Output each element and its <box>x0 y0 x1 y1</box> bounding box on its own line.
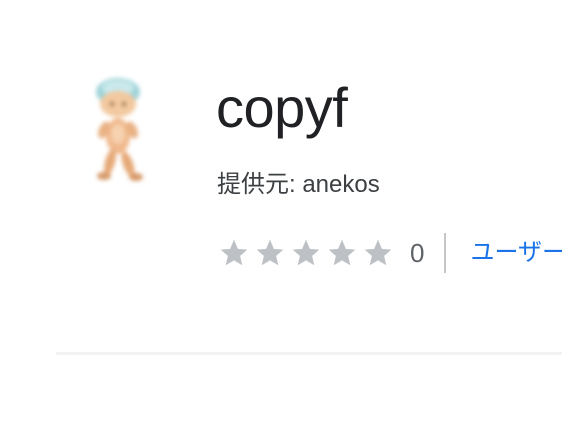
star-empty-icon <box>362 237 394 269</box>
star-empty-icon <box>290 237 322 269</box>
extension-title: copyf <box>216 76 348 139</box>
user-reviews-link[interactable]: ユーザー <box>470 233 562 273</box>
vertical-divider <box>444 233 447 273</box>
star-rating <box>218 237 394 269</box>
star-empty-icon <box>254 237 286 269</box>
rating-row: 0 ユーザー <box>218 233 562 273</box>
publisher-label: 提供元: anekos <box>217 171 380 198</box>
rating-count: 0 <box>410 238 425 268</box>
star-empty-icon <box>218 237 250 269</box>
walking-character-icon <box>96 78 143 181</box>
extension-icon <box>82 70 154 190</box>
section-divider <box>56 352 562 355</box>
star-empty-icon <box>326 237 358 269</box>
extension-detail-header: copyf 提供元: anekos 0 ユーザー <box>0 0 562 435</box>
